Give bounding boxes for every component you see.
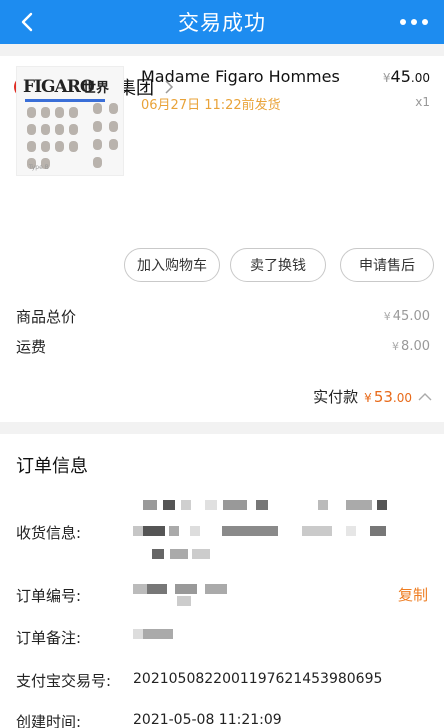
total-price-value: ¥45.00: [384, 309, 430, 324]
page-title: 交易成功: [178, 11, 266, 35]
chevron-left-icon[interactable]: [14, 8, 42, 36]
paid-label: 实付款: [313, 388, 359, 406]
shipping-currency: ¥: [392, 340, 400, 353]
price-decimal: .00: [410, 71, 430, 85]
sell-button[interactable]: 卖了换钱: [230, 248, 326, 282]
alipay-trade-label: 支付宝交易号:: [16, 672, 112, 690]
shipping-label: 运费: [16, 338, 47, 356]
product-quantity: x1: [415, 95, 430, 109]
paid-decimal: .00: [392, 390, 412, 405]
price-integer: 45: [390, 67, 411, 86]
shipping-amount: 8.00: [401, 339, 430, 354]
product-price: ¥45.00: [383, 67, 430, 86]
chevron-up-icon: [418, 393, 432, 401]
paid-amount: ¥53.00: [364, 388, 412, 406]
order-info-title: 订单信息: [16, 456, 88, 477]
cover-stripe: [25, 99, 105, 102]
more-dots-icon[interactable]: [398, 12, 430, 32]
paid-integer: 53: [373, 387, 393, 406]
price-currency: ¥: [382, 71, 391, 85]
total-price-label: 商品总价: [16, 308, 77, 326]
ship-deadline: 06月27日 11:22前发货: [141, 98, 281, 113]
product-title[interactable]: Madame Figaro Hommes: [141, 67, 340, 86]
alipay-trade-number: 2021050822001197621453980695: [133, 671, 383, 687]
created-time-value: 2021-05-08 11:21:09: [133, 712, 282, 728]
address-label: 收货信息:: [16, 524, 82, 542]
after-sale-button[interactable]: 申请售后: [340, 248, 434, 282]
copy-order-number-button[interactable]: 复制: [398, 584, 428, 605]
product-thumbnail[interactable]: FIGARO 世界 Type B: [16, 66, 124, 176]
shipping-row: 运费 ¥8.00: [16, 336, 430, 357]
paid-amount-row[interactable]: 实付款 ¥53.00: [313, 386, 432, 407]
order-remark-label: 订单备注:: [16, 629, 82, 647]
nav-bar: 交易成功: [0, 0, 444, 44]
cover-title-cn: 世界: [83, 81, 110, 96]
total-currency: ¥: [383, 310, 391, 323]
created-time-label: 创建时间:: [16, 713, 82, 728]
add-to-cart-button[interactable]: 加入购物车: [124, 248, 220, 282]
order-number-label: 订单编号:: [16, 587, 82, 605]
total-price-row: 商品总价 ¥45.00: [16, 306, 430, 327]
total-amount: 45.00: [392, 309, 430, 324]
shipping-value: ¥8.00: [392, 339, 430, 354]
cover-type-label: Type B: [29, 164, 49, 171]
paid-currency: ¥: [364, 390, 372, 405]
